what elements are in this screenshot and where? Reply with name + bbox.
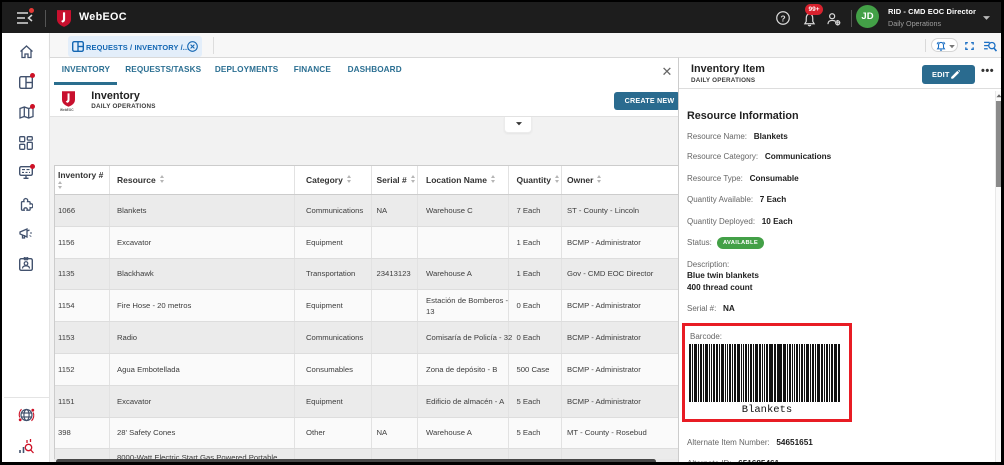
svg-text:?: ? — [780, 13, 785, 23]
